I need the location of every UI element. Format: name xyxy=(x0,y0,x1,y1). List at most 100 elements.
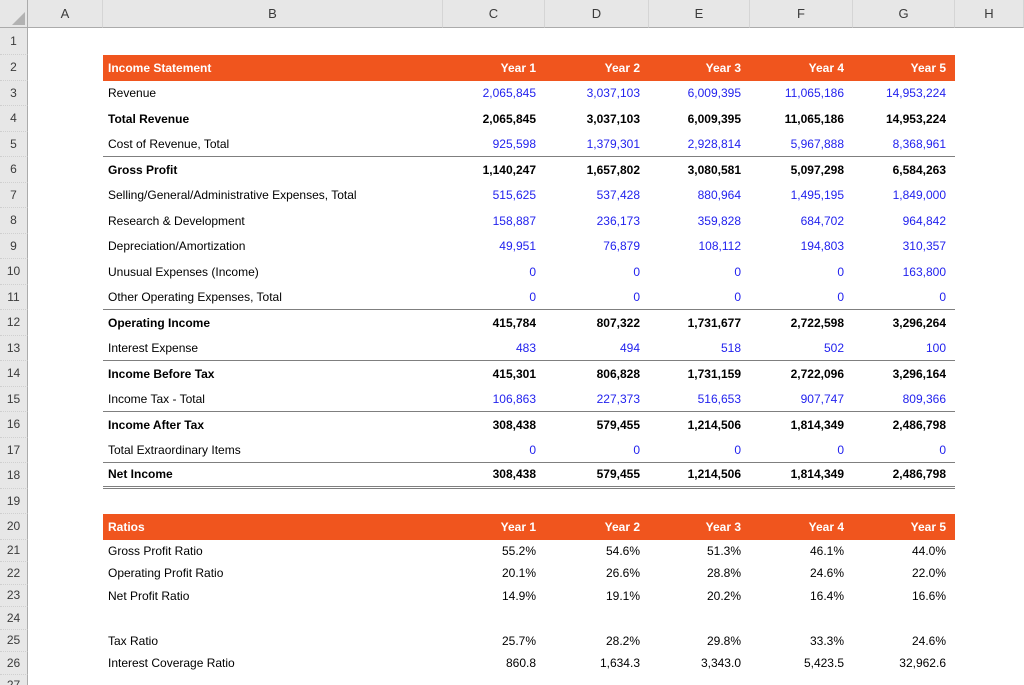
cell-a25[interactable] xyxy=(28,630,103,653)
row-label-cell[interactable]: Unusual Expenses (Income) xyxy=(103,259,443,285)
row-label-cell[interactable]: Selling/General/Administrative Expenses,… xyxy=(103,183,443,209)
row-label-cell[interactable]: Income Tax - Total xyxy=(103,387,443,413)
row-label-cell[interactable]: Cost of Revenue, Total xyxy=(103,132,443,158)
value-cell[interactable]: 494 xyxy=(545,336,649,362)
value-cell[interactable] xyxy=(649,607,750,630)
value-cell[interactable]: 3,080,581 xyxy=(649,157,750,183)
column-header-d[interactable]: D xyxy=(545,0,649,28)
value-cell[interactable]: 860.8 xyxy=(443,652,545,675)
value-cell[interactable]: 907,747 xyxy=(750,387,853,413)
value-cell[interactable]: 22.0% xyxy=(853,562,955,585)
value-cell[interactable]: 55.2% xyxy=(443,540,545,563)
value-cell[interactable]: 2,486,798 xyxy=(853,412,955,438)
row-header-27[interactable]: 27 xyxy=(0,675,28,685)
row-label-cell[interactable]: Operating Profit Ratio xyxy=(103,562,443,585)
row-header-5[interactable]: 5 xyxy=(0,132,28,158)
cell-h23[interactable] xyxy=(955,585,1024,608)
cell-h17[interactable] xyxy=(955,438,1024,464)
cell-a12[interactable] xyxy=(28,310,103,336)
row-label-cell[interactable]: Interest Expense xyxy=(103,336,443,362)
value-cell[interactable]: 516,653 xyxy=(649,387,750,413)
value-cell[interactable]: 3,037,103 xyxy=(545,81,649,107)
value-cell[interactable]: 76,879 xyxy=(545,234,649,260)
year-header-cell[interactable]: Year 5 xyxy=(853,55,955,81)
cell-h5[interactable] xyxy=(955,132,1024,158)
cell-a9[interactable] xyxy=(28,234,103,260)
row-header-21[interactable]: 21 xyxy=(0,540,28,563)
value-cell[interactable]: 0 xyxy=(649,259,750,285)
value-cell[interactable]: 158,887 xyxy=(443,208,545,234)
value-cell[interactable]: 28.8% xyxy=(649,562,750,585)
value-cell[interactable]: 236,173 xyxy=(545,208,649,234)
cell-a21[interactable] xyxy=(28,540,103,563)
row-header-1[interactable]: 1 xyxy=(0,28,28,55)
value-cell[interactable]: 2,722,598 xyxy=(750,310,853,336)
column-header-a[interactable]: A xyxy=(28,0,103,28)
value-cell[interactable]: 49,951 xyxy=(443,234,545,260)
cell-a17[interactable] xyxy=(28,438,103,464)
year-header-cell[interactable]: Year 3 xyxy=(649,55,750,81)
value-cell[interactable]: 3,296,164 xyxy=(853,361,955,387)
cell-h16[interactable] xyxy=(955,412,1024,438)
value-cell[interactable]: 11,065,186 xyxy=(750,81,853,107)
cell-h14[interactable] xyxy=(955,361,1024,387)
value-cell[interactable]: 0 xyxy=(750,438,853,464)
value-cell[interactable]: 515,625 xyxy=(443,183,545,209)
value-cell[interactable]: 2,928,814 xyxy=(649,132,750,158)
empty-cell[interactable] xyxy=(28,675,1024,685)
row-label-cell[interactable]: Income Before Tax xyxy=(103,361,443,387)
value-cell[interactable]: 880,964 xyxy=(649,183,750,209)
value-cell[interactable]: 32,962.6 xyxy=(853,652,955,675)
value-cell[interactable]: 1,214,506 xyxy=(649,463,750,489)
value-cell[interactable]: 163,800 xyxy=(853,259,955,285)
value-cell[interactable]: 5,097,298 xyxy=(750,157,853,183)
cell-a10[interactable] xyxy=(28,259,103,285)
row-header-7[interactable]: 7 xyxy=(0,183,28,209)
cell-a8[interactable] xyxy=(28,208,103,234)
row-header-12[interactable]: 12 xyxy=(0,310,28,336)
value-cell[interactable]: 20.2% xyxy=(649,585,750,608)
value-cell[interactable]: 308,438 xyxy=(443,463,545,489)
value-cell[interactable]: 5,967,888 xyxy=(750,132,853,158)
row-header-14[interactable]: 14 xyxy=(0,361,28,387)
cell-h25[interactable] xyxy=(955,630,1024,653)
row-header-20[interactable]: 20 xyxy=(0,514,28,540)
value-cell[interactable]: 1,731,159 xyxy=(649,361,750,387)
value-cell[interactable]: 1,849,000 xyxy=(853,183,955,209)
value-cell[interactable]: 16.6% xyxy=(853,585,955,608)
value-cell[interactable]: 2,722,096 xyxy=(750,361,853,387)
value-cell[interactable] xyxy=(750,607,853,630)
value-cell[interactable]: 415,301 xyxy=(443,361,545,387)
cell-h24[interactable] xyxy=(955,607,1024,630)
value-cell[interactable]: 925,598 xyxy=(443,132,545,158)
value-cell[interactable]: 33.3% xyxy=(750,630,853,653)
value-cell[interactable]: 19.1% xyxy=(545,585,649,608)
cell-h12[interactable] xyxy=(955,310,1024,336)
cell-h10[interactable] xyxy=(955,259,1024,285)
value-cell[interactable]: 537,428 xyxy=(545,183,649,209)
value-cell[interactable]: 1,814,349 xyxy=(750,463,853,489)
value-cell[interactable]: 6,584,263 xyxy=(853,157,955,183)
section-title-cell[interactable]: Income Statement xyxy=(103,55,443,81)
row-header-22[interactable]: 22 xyxy=(0,562,28,585)
row-label-cell[interactable]: Research & Development xyxy=(103,208,443,234)
row-label-cell[interactable]: Interest Coverage Ratio xyxy=(103,652,443,675)
cell-a13[interactable] xyxy=(28,336,103,362)
year-header-cell[interactable]: Year 2 xyxy=(545,514,649,540)
value-cell[interactable] xyxy=(443,607,545,630)
row-header-25[interactable]: 25 xyxy=(0,630,28,653)
value-cell[interactable]: 1,140,247 xyxy=(443,157,545,183)
value-cell[interactable]: 1,731,677 xyxy=(649,310,750,336)
value-cell[interactable]: 0 xyxy=(443,259,545,285)
row-header-9[interactable]: 9 xyxy=(0,234,28,260)
year-header-cell[interactable]: Year 2 xyxy=(545,55,649,81)
cell-a26[interactable] xyxy=(28,652,103,675)
value-cell[interactable]: 106,863 xyxy=(443,387,545,413)
value-cell[interactable]: 100 xyxy=(853,336,955,362)
value-cell[interactable]: 0 xyxy=(443,285,545,311)
value-cell[interactable]: 1,634.3 xyxy=(545,652,649,675)
value-cell[interactable]: 14.9% xyxy=(443,585,545,608)
empty-cell[interactable] xyxy=(28,489,1024,515)
value-cell[interactable]: 0 xyxy=(545,438,649,464)
value-cell[interactable]: 1,495,195 xyxy=(750,183,853,209)
